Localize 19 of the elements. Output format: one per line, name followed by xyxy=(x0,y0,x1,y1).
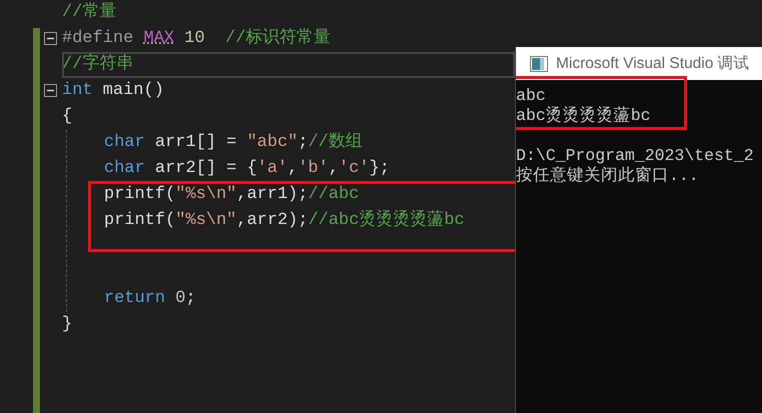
code-line: #define MAX 10 //标识符常量 xyxy=(62,27,331,50)
console-output-line: abc xyxy=(516,86,546,106)
console-output-line: abc烫烫烫烫蘯bc xyxy=(516,106,652,126)
collapse-icon[interactable] xyxy=(44,84,57,97)
code-line: char arr1[] = "abc";//数组 xyxy=(104,132,362,154)
code-line: //字符串 xyxy=(62,52,515,78)
code-line: printf("%s\n",arr1);//abc xyxy=(104,184,360,206)
window-title: Microsoft Visual Studio 调试 xyxy=(556,54,750,74)
console-output-line: D:\C_Program_2023\test_2 xyxy=(516,146,755,166)
console-output-line: 按任意键关闭此窗口... xyxy=(516,166,700,186)
code-line: char arr2[] = {'a','b','c'}; xyxy=(104,158,390,180)
code-line: { xyxy=(62,106,72,128)
collapse-icon[interactable] xyxy=(44,32,57,45)
console-app-icon xyxy=(530,56,548,72)
code-line: return 0; xyxy=(104,288,196,310)
code-line: printf("%s\n",arr2);//abc烫烫烫烫蘯bc xyxy=(104,208,464,232)
code-line: //常量 xyxy=(62,1,116,24)
code-line: int main() xyxy=(62,80,164,102)
code-line: } xyxy=(62,314,72,336)
